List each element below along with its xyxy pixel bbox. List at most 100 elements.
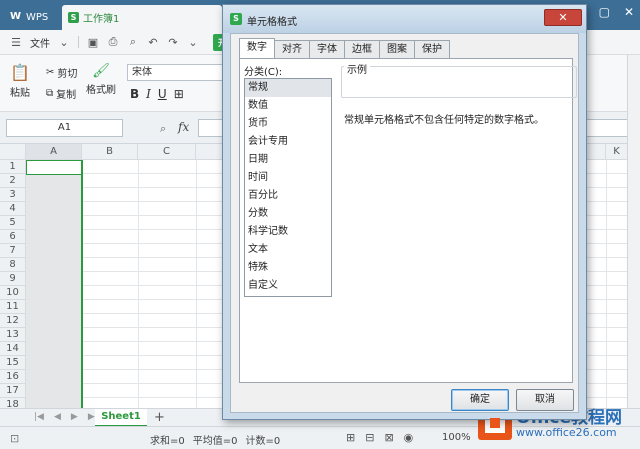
select-all-corner[interactable] [0, 144, 26, 160]
row-header[interactable]: 14 [0, 342, 26, 356]
tab-number[interactable]: 数字 [239, 38, 275, 58]
row-header[interactable]: 12 [0, 314, 26, 328]
dialog-body: 数字 对齐 字体 边框 图案 保护 分类(C): 常规 数值 货币 会计专用 日… [230, 33, 579, 413]
normal-view-icon[interactable]: ⊞ [346, 431, 355, 444]
prev-sheet-icon[interactable]: ◀ [54, 412, 61, 422]
tab-border[interactable]: 边框 [344, 40, 380, 58]
category-item-custom[interactable]: 自定义 [245, 277, 331, 295]
zoom-level[interactable]: 100% [442, 432, 471, 443]
dialog-titlebar[interactable]: S 单元格格式 ✕ [223, 5, 586, 33]
category-item-special[interactable]: 特殊 [245, 259, 331, 277]
selected-column-highlight [26, 160, 82, 408]
row-header[interactable]: 8 [0, 258, 26, 272]
bold-button[interactable]: B [130, 87, 139, 101]
category-item-time[interactable]: 时间 [245, 169, 331, 187]
format-cells-dialog: S 单元格格式 ✕ 数字 对齐 字体 边框 图案 保护 分类(C): 常规 数值… [222, 4, 587, 420]
document-tab[interactable]: S 工作簿1 [62, 5, 222, 30]
cancel-button[interactable]: 取消 [516, 389, 574, 411]
next-sheet-icon[interactable]: ▶ [71, 412, 78, 422]
page-break-icon[interactable]: ⊠ [384, 431, 393, 444]
italic-button[interactable]: I [146, 87, 151, 101]
zoom-search-icon[interactable]: ⌕ [160, 122, 166, 136]
category-list[interactable]: 常规 数值 货币 会计专用 日期 时间 百分比 分数 科学记数 文本 特殊 自定… [244, 78, 332, 297]
vertical-scrollbar[interactable] [627, 55, 640, 408]
category-item-fraction[interactable]: 分数 [245, 205, 331, 223]
category-item-percentage[interactable]: 百分比 [245, 187, 331, 205]
row-header[interactable]: 2 [0, 174, 26, 188]
print-preview-icon[interactable]: ⌕ [127, 35, 139, 48]
format-painter-button[interactable]: 🖌 格式刷 [86, 63, 116, 96]
row-header[interactable]: 6 [0, 230, 26, 244]
tab-font[interactable]: 字体 [309, 40, 345, 58]
maximize-button[interactable]: ▢ [599, 5, 610, 19]
paste-button[interactable]: 📋 粘贴 [10, 63, 30, 99]
fx-button[interactable]: fx [178, 120, 189, 134]
tab-protection[interactable]: 保护 [414, 40, 450, 58]
ok-button[interactable]: 确定 [451, 389, 509, 411]
save-icon[interactable]: ▣ [87, 36, 99, 49]
count-value: 计数=0 [245, 436, 281, 447]
category-item-scientific[interactable]: 科学记数 [245, 223, 331, 241]
row-header[interactable]: 16 [0, 370, 26, 384]
selection-border [81, 160, 83, 408]
column-header-k[interactable]: K [606, 144, 628, 160]
row-header[interactable]: 11 [0, 300, 26, 314]
add-sheet-button[interactable]: + [154, 410, 165, 425]
copy-button[interactable]: ⧉ 复制 [46, 86, 76, 101]
page-layout-icon[interactable]: ⊟ [365, 431, 374, 444]
number-tab-panel: 分类(C): 常规 数值 货币 会计专用 日期 时间 百分比 分数 科学记数 文… [239, 58, 577, 383]
row-header[interactable]: 4 [0, 202, 26, 216]
active-cell[interactable] [26, 160, 82, 175]
print-icon[interactable]: ⎙ [107, 35, 119, 48]
chevron-down-icon[interactable]: ⌄ [58, 36, 70, 49]
font-name-select[interactable]: 宋体 [127, 64, 223, 81]
category-item-general[interactable]: 常规 [245, 79, 331, 97]
wps-home-tab[interactable]: W WPS [4, 6, 56, 28]
row-header[interactable]: 9 [0, 272, 26, 286]
column-header-a[interactable]: A [26, 144, 82, 160]
row-header[interactable]: 13 [0, 328, 26, 342]
hamburger-icon[interactable]: ☰ [10, 36, 22, 49]
row-header[interactable]: 18 [0, 398, 26, 408]
cut-button[interactable]: ✂ 剪切 [46, 65, 77, 80]
row-header[interactable]: 10 [0, 286, 26, 300]
dialog-tabs: 数字 对齐 字体 边框 图案 保护 [239, 38, 450, 58]
dialog-close-button[interactable]: ✕ [544, 9, 582, 26]
paste-label: 粘贴 [10, 88, 30, 99]
row-header[interactable]: 7 [0, 244, 26, 258]
undo-icon[interactable]: ↶ [147, 36, 159, 49]
sample-label: 示例 [344, 61, 370, 76]
category-item-number[interactable]: 数值 [245, 97, 331, 115]
borders-icon[interactable]: ⊞ [174, 87, 184, 101]
column-header-c[interactable]: C [138, 144, 196, 160]
wps-spreadsheet-icon: S [230, 13, 242, 25]
category-item-currency[interactable]: 货币 [245, 115, 331, 133]
sheet-tab-sheet1[interactable]: Sheet1 [95, 409, 147, 427]
tab-pattern[interactable]: 图案 [379, 40, 415, 58]
reading-mode-icon[interactable]: ◉ [404, 431, 414, 444]
wps-tab-label: WPS [26, 11, 49, 23]
category-item-date[interactable]: 日期 [245, 151, 331, 169]
file-menu[interactable]: 文件 [30, 35, 50, 50]
macro-icon[interactable]: ⊡ [10, 432, 19, 445]
row-header[interactable]: 3 [0, 188, 26, 202]
underline-button[interactable]: U [158, 87, 167, 101]
row-header[interactable]: 17 [0, 384, 26, 398]
category-description: 常规单元格格式不包含任何特定的数字格式。 [344, 115, 544, 126]
gridline [138, 160, 139, 408]
redo-icon[interactable]: ↷ [167, 36, 179, 49]
category-item-text[interactable]: 文本 [245, 241, 331, 259]
category-item-accounting[interactable]: 会计专用 [245, 133, 331, 151]
sheet-navigation: |◀ ◀ ▶ ▶| [34, 412, 98, 422]
first-sheet-icon[interactable]: |◀ [34, 412, 44, 422]
name-box[interactable]: A1 [6, 119, 123, 137]
row-header[interactable]: 1 [0, 160, 26, 174]
wps-logo-icon: W [10, 11, 22, 22]
close-window-button[interactable]: ✕ [624, 5, 634, 19]
row-header[interactable]: 15 [0, 356, 26, 370]
tab-alignment[interactable]: 对齐 [274, 40, 310, 58]
column-header-b[interactable]: B [82, 144, 138, 160]
more-icon[interactable]: ⌄ [187, 36, 199, 49]
format-painter-label: 格式刷 [86, 85, 116, 96]
row-header[interactable]: 5 [0, 216, 26, 230]
